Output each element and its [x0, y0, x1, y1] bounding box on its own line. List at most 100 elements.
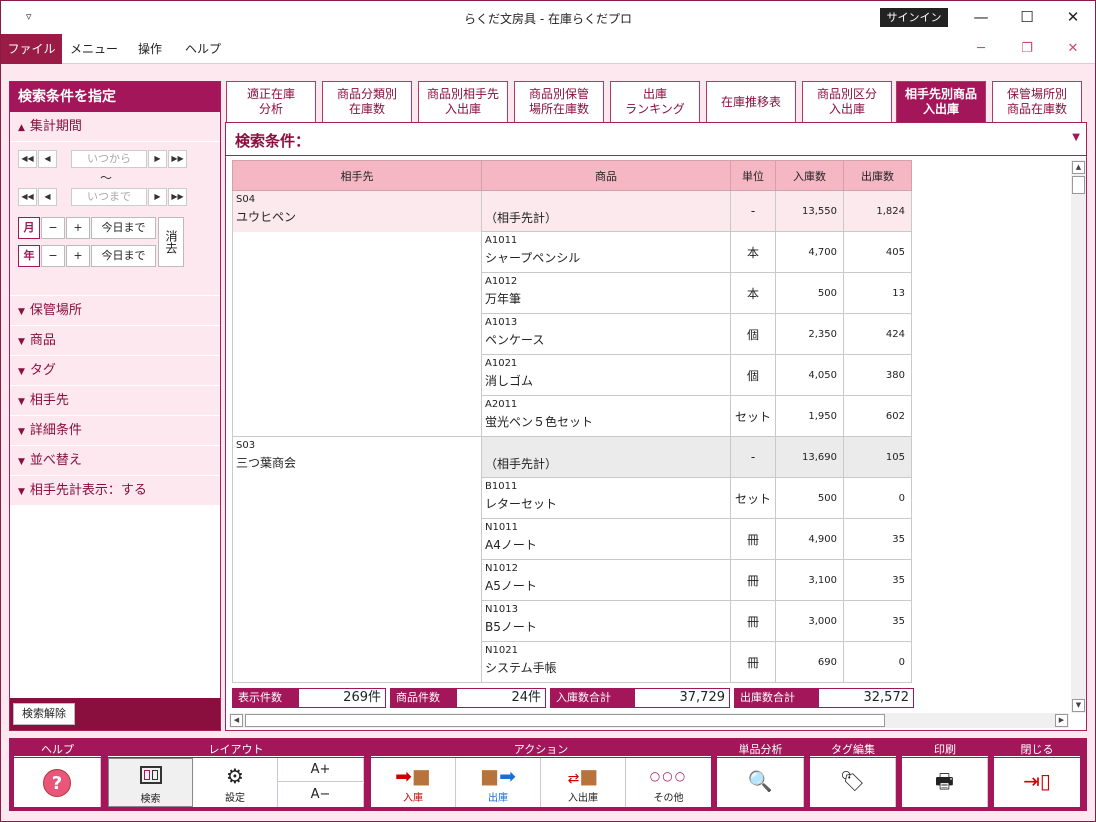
year-plus-button[interactable]: + — [66, 245, 90, 267]
table-row[interactable]: A2011 蛍光ペン５色セット セット 1,950 602 — [232, 395, 912, 437]
horizontal-scroll-thumb[interactable] — [245, 714, 885, 727]
inout-button[interactable]: ⇄■ 入出庫 — [541, 758, 626, 807]
menu-help[interactable]: ヘルプ — [181, 34, 225, 64]
column-header[interactable]: 相手先 — [232, 160, 482, 191]
in-qty-cell: 500 — [775, 477, 844, 519]
column-header[interactable]: 入庫数 — [775, 160, 844, 191]
section-detail[interactable]: ▼ 詳細条件 — [10, 416, 220, 446]
chevron-down-icon[interactable]: ▼ — [1072, 132, 1080, 143]
in-qty-cell: 3,000 — [775, 600, 844, 642]
partner-cell: S04 ユウヒペン — [232, 190, 482, 232]
tab-shipment-ranking[interactable]: 出庫 ランキング — [610, 81, 700, 122]
table-row[interactable]: N1012 A5ノート 冊 3,100 35 — [232, 559, 912, 601]
table-row[interactable]: A1011 シャープペンシル 本 4,700 405 — [232, 231, 912, 273]
table-row[interactable]: A1012 万年筆 本 500 13 — [232, 272, 912, 314]
scroll-right-icon[interactable]: ▶ — [1055, 714, 1068, 727]
close-window-button[interactable]: ✕ — [1050, 5, 1095, 29]
period-clear-button[interactable]: 消去 — [158, 217, 184, 267]
prev-icon[interactable]: ◀ — [38, 150, 57, 168]
tab-category-stock[interactable]: 商品分類別 在庫数 — [322, 81, 412, 122]
help-button[interactable]: ? — [14, 758, 101, 807]
year-today-button[interactable]: 今日まで — [91, 245, 156, 267]
table-row[interactable]: N1021 システム手帳 冊 690 0 — [232, 641, 912, 683]
first-icon[interactable]: ◀◀ — [18, 188, 37, 206]
table-row[interactable]: N1013 B5ノート 冊 3,000 35 — [232, 600, 912, 642]
to-date-input[interactable]: いつまで — [71, 188, 147, 206]
column-header[interactable]: 商品 — [481, 160, 731, 191]
doc-close-icon[interactable]: ✕ — [1058, 39, 1088, 59]
section-period[interactable]: ▲ 集計期間 — [10, 112, 220, 142]
magnifier-document-icon: 🔍 — [747, 769, 773, 793]
print-button[interactable]: 🖶 — [902, 758, 988, 807]
search-panel-title: 検索条件を指定 — [10, 82, 220, 112]
scroll-left-icon[interactable]: ◀ — [230, 714, 243, 727]
group-single-analysis: 単品分析 🔍 — [717, 743, 804, 807]
last-icon[interactable]: ▶▶ — [168, 150, 187, 168]
scroll-up-icon[interactable]: ▲ — [1072, 161, 1085, 174]
tab-label: 商品分類別 — [336, 87, 397, 101]
maximize-button[interactable]: ☐ — [1004, 5, 1050, 29]
table-row[interactable]: B1011 レターセット セット 500 0 — [232, 477, 912, 519]
section-storage[interactable]: ▼ 保管場所 — [10, 296, 220, 326]
partner-code: S03 — [236, 440, 256, 451]
vertical-scrollbar[interactable]: ▲ ▼ — [1071, 160, 1086, 713]
font-down-button[interactable]: A− — [278, 783, 364, 807]
signin-button[interactable]: サインイン — [880, 8, 948, 27]
scroll-down-icon[interactable]: ▼ — [1072, 699, 1085, 712]
subtotal-row[interactable]: S03 三つ葉商会 （相手先計） -13,690 105 — [232, 436, 912, 478]
column-header[interactable]: 出庫数 — [843, 160, 912, 191]
tab-product-storage[interactable]: 商品別保管 場所在庫数 — [514, 81, 604, 122]
vertical-scroll-thumb[interactable] — [1072, 176, 1085, 194]
prev-icon[interactable]: ◀ — [38, 188, 57, 206]
receive-button[interactable]: ➡■ 入庫 — [371, 758, 456, 807]
single-analysis-button[interactable]: 🔍 — [717, 758, 804, 807]
other-button[interactable]: ○○○ その他 — [626, 758, 711, 807]
section-partner[interactable]: ▼ 相手先 — [10, 386, 220, 416]
month-today-button[interactable]: 今日まで — [91, 217, 156, 239]
subtotal-row[interactable]: S04 ユウヒペン （相手先計） -13,550 1,824 — [232, 190, 912, 232]
ship-button[interactable]: ■➡ 出庫 — [456, 758, 541, 807]
table-row[interactable]: A1021 消しゴム 個 4,050 380 — [232, 354, 912, 396]
from-date-input[interactable]: いつから — [71, 150, 147, 168]
group-label: ヘルプ — [14, 743, 101, 757]
menu-menu[interactable]: メニュー — [69, 34, 119, 64]
first-icon[interactable]: ◀◀ — [18, 150, 37, 168]
section-partner-total[interactable]: ▼ 相手先計表示：する — [10, 476, 220, 506]
month-minus-button[interactable]: − — [41, 217, 65, 239]
tab-product-division[interactable]: 商品別区分 入出庫 — [802, 81, 892, 122]
tab-product-partner[interactable]: 商品別相手先 入出庫 — [418, 81, 508, 122]
tab-stock-trend[interactable]: 在庫推移表 — [706, 81, 796, 122]
horizontal-scrollbar[interactable]: ◀ ▶ — [229, 713, 1069, 728]
tab-storage-product[interactable]: 保管場所別 商品在庫数 — [992, 81, 1082, 122]
doc-restore-icon[interactable]: ❐ — [1012, 39, 1042, 59]
month-plus-button[interactable]: + — [66, 217, 90, 239]
year-minus-button[interactable]: − — [41, 245, 65, 267]
clear-search-button[interactable]: 検索解除 — [13, 703, 75, 725]
font-up-button[interactable]: A+ — [278, 758, 364, 782]
section-sort[interactable]: ▼ 並べ替え — [10, 446, 220, 476]
last-icon[interactable]: ▶▶ — [168, 188, 187, 206]
tag-edit-button[interactable]: 🏷 — [810, 758, 896, 807]
doc-minimize-icon[interactable]: ─ — [966, 39, 996, 59]
product-name: システム手帳 — [485, 661, 557, 675]
table-row[interactable]: A1013 ペンケース 個 2,350 424 — [232, 313, 912, 355]
tab-optimal-stock[interactable]: 適正在庫 分析 — [226, 81, 316, 122]
table-row[interactable]: N1011 A4ノート 冊 4,900 35 — [232, 518, 912, 560]
close-button[interactable]: ⇥▯ — [994, 758, 1080, 807]
product-code: A1011 — [485, 235, 518, 246]
section-tag[interactable]: ▼ タグ — [10, 356, 220, 386]
next-icon[interactable]: ▶ — [148, 188, 167, 206]
search-layout-button[interactable]: 検索 — [108, 758, 193, 807]
next-icon[interactable]: ▶ — [148, 150, 167, 168]
unit-cell: セット — [730, 477, 776, 519]
product-name: B5ノート — [485, 620, 537, 634]
product-name: A5ノート — [485, 579, 537, 593]
settings-button[interactable]: ⚙ 設定 — [193, 758, 278, 807]
minimize-button[interactable]: — — [958, 5, 1004, 29]
tab-partner-product[interactable]: 相手先別商品 入出庫 — [896, 81, 986, 122]
menu-operation[interactable]: 操作 — [130, 34, 170, 64]
menu-file[interactable]: ファイル — [1, 34, 62, 64]
column-header[interactable]: 単位 — [730, 160, 776, 191]
section-product[interactable]: ▼ 商品 — [10, 326, 220, 356]
search-condition-bar[interactable]: 検索条件： ▼ — [226, 123, 1086, 156]
